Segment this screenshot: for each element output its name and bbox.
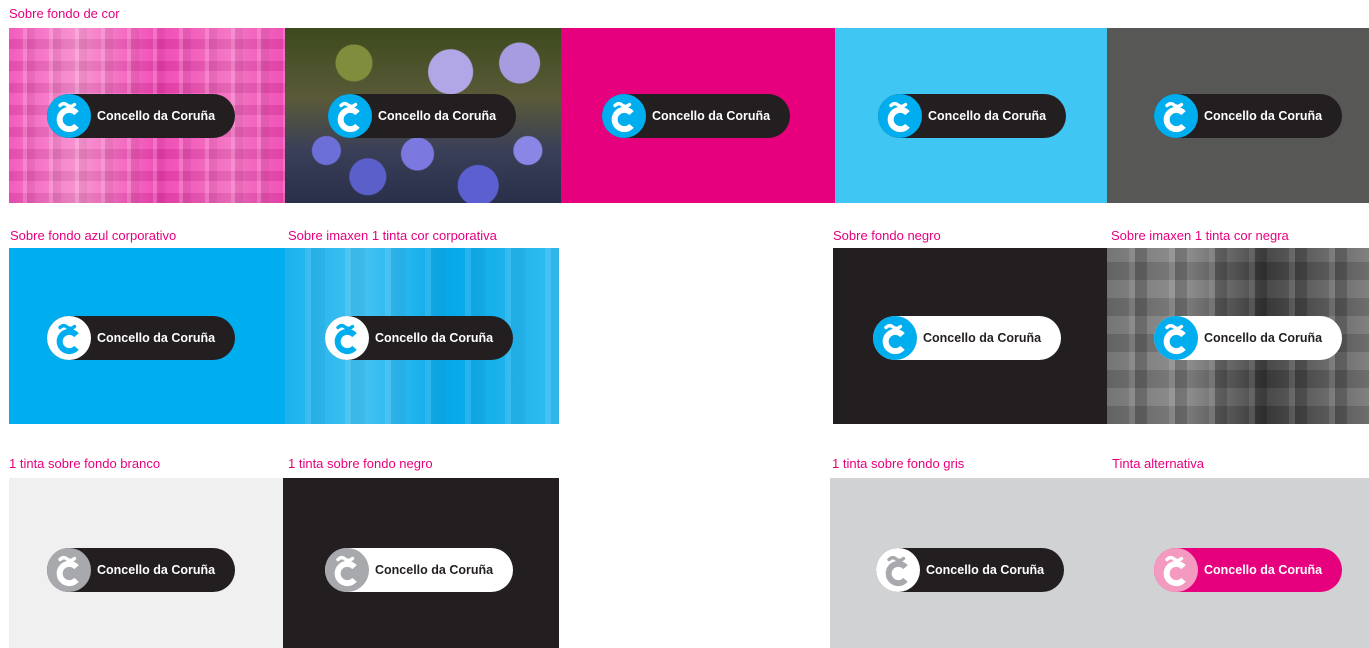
section-label-mono-black: 1 tinta sobre fondo negro	[288, 456, 433, 471]
logo-text: Concello da Coruña	[97, 331, 216, 345]
logo-text: Concello da Coruña	[97, 109, 216, 123]
section-label-image-corporate: Sobre imaxen 1 tinta cor corporativa	[288, 228, 497, 243]
c-tilde-logo-icon	[325, 316, 369, 360]
logo-text: Concello da Coruña	[375, 563, 494, 577]
section-label-image-black: Sobre imaxen 1 tinta cor negra	[1111, 228, 1289, 243]
logo-pill: Concello da Coruña	[602, 94, 790, 138]
logo-pill: Concello da Coruña	[47, 316, 235, 360]
tile-mono-white: Concello da Coruña	[9, 478, 283, 648]
tile-dark-gray: Concello da Coruña	[1107, 28, 1369, 203]
tile-gray-photo: Concello da Coruña	[1107, 248, 1369, 424]
logo-pill: Concello da Coruña	[1154, 316, 1342, 360]
tile-magenta: Concello da Coruña	[561, 28, 835, 203]
tile-mono-gray: Concello da Coruña Concello da Coruña	[830, 478, 1369, 648]
logo-pill: Concello da Coruña	[1154, 94, 1342, 138]
c-tilde-logo-icon	[47, 548, 91, 592]
section-label-background-color: Sobre fondo de cor	[9, 6, 120, 21]
logo-pill: Concello da Coruña	[328, 94, 516, 138]
c-tilde-logo-icon	[602, 94, 646, 138]
logo-pill: Concello da Coruña	[47, 548, 235, 592]
logo-pill: Concello da Coruña	[878, 94, 1066, 138]
section-label-black-background: Sobre fondo negro	[833, 228, 941, 243]
tile-mono-black: Concello da Coruña	[283, 478, 559, 648]
c-tilde-logo-icon	[876, 548, 920, 592]
logo-text: Concello da Coruña	[926, 563, 1045, 577]
logo-pill: Concello da Coruña	[873, 316, 1061, 360]
logo-text: Concello da Coruña	[923, 331, 1042, 345]
tile-blue-photo: Concello da Coruña	[285, 248, 559, 424]
section-label-mono-gray: 1 tinta sobre fondo gris	[832, 456, 965, 471]
logo-text: Concello da Coruña	[928, 109, 1047, 123]
c-tilde-logo-icon	[328, 94, 372, 138]
tile-pink-photo: Concello da Coruña	[9, 28, 285, 203]
logo-text: Concello da Coruña	[97, 563, 216, 577]
tile-flowers-photo: Concello da Coruña	[285, 28, 561, 203]
c-tilde-logo-icon	[47, 316, 91, 360]
logo-text: Concello da Coruña	[1204, 331, 1323, 345]
logo-pill: Concello da Coruña	[325, 548, 513, 592]
c-tilde-logo-icon	[325, 548, 369, 592]
logo-pill: Concello da Coruña	[47, 94, 235, 138]
tile-light-blue: Concello da Coruña	[835, 28, 1107, 203]
c-tilde-logo-icon	[878, 94, 922, 138]
c-tilde-logo-icon	[873, 316, 917, 360]
section-label-alternative: Tinta alternativa	[1112, 456, 1205, 471]
c-tilde-logo-icon	[1154, 94, 1198, 138]
logo-pill: Concello da Coruña	[325, 316, 513, 360]
section-label-mono-white: 1 tinta sobre fondo branco	[9, 456, 161, 471]
logo-text: Concello da Coruña	[652, 109, 771, 123]
c-tilde-logo-icon	[47, 94, 91, 138]
logo-text: Concello da Coruña	[1204, 109, 1323, 123]
logo-text: Concello da Coruña	[378, 109, 497, 123]
tile-corporate-blue: Concello da Coruña	[9, 248, 285, 424]
section-label-corporate-blue: Sobre fondo azul corporativo	[10, 228, 177, 243]
logo-text: Concello da Coruña	[375, 331, 494, 345]
tile-black: Concello da Coruña	[833, 248, 1107, 424]
c-tilde-logo-icon	[1154, 548, 1198, 592]
logo-text: Concello da Coruña	[1204, 563, 1323, 577]
c-tilde-logo-icon	[1154, 316, 1198, 360]
logo-pill: Concello da Coruña	[1154, 548, 1342, 592]
logo-pill: Concello da Coruña	[876, 548, 1064, 592]
